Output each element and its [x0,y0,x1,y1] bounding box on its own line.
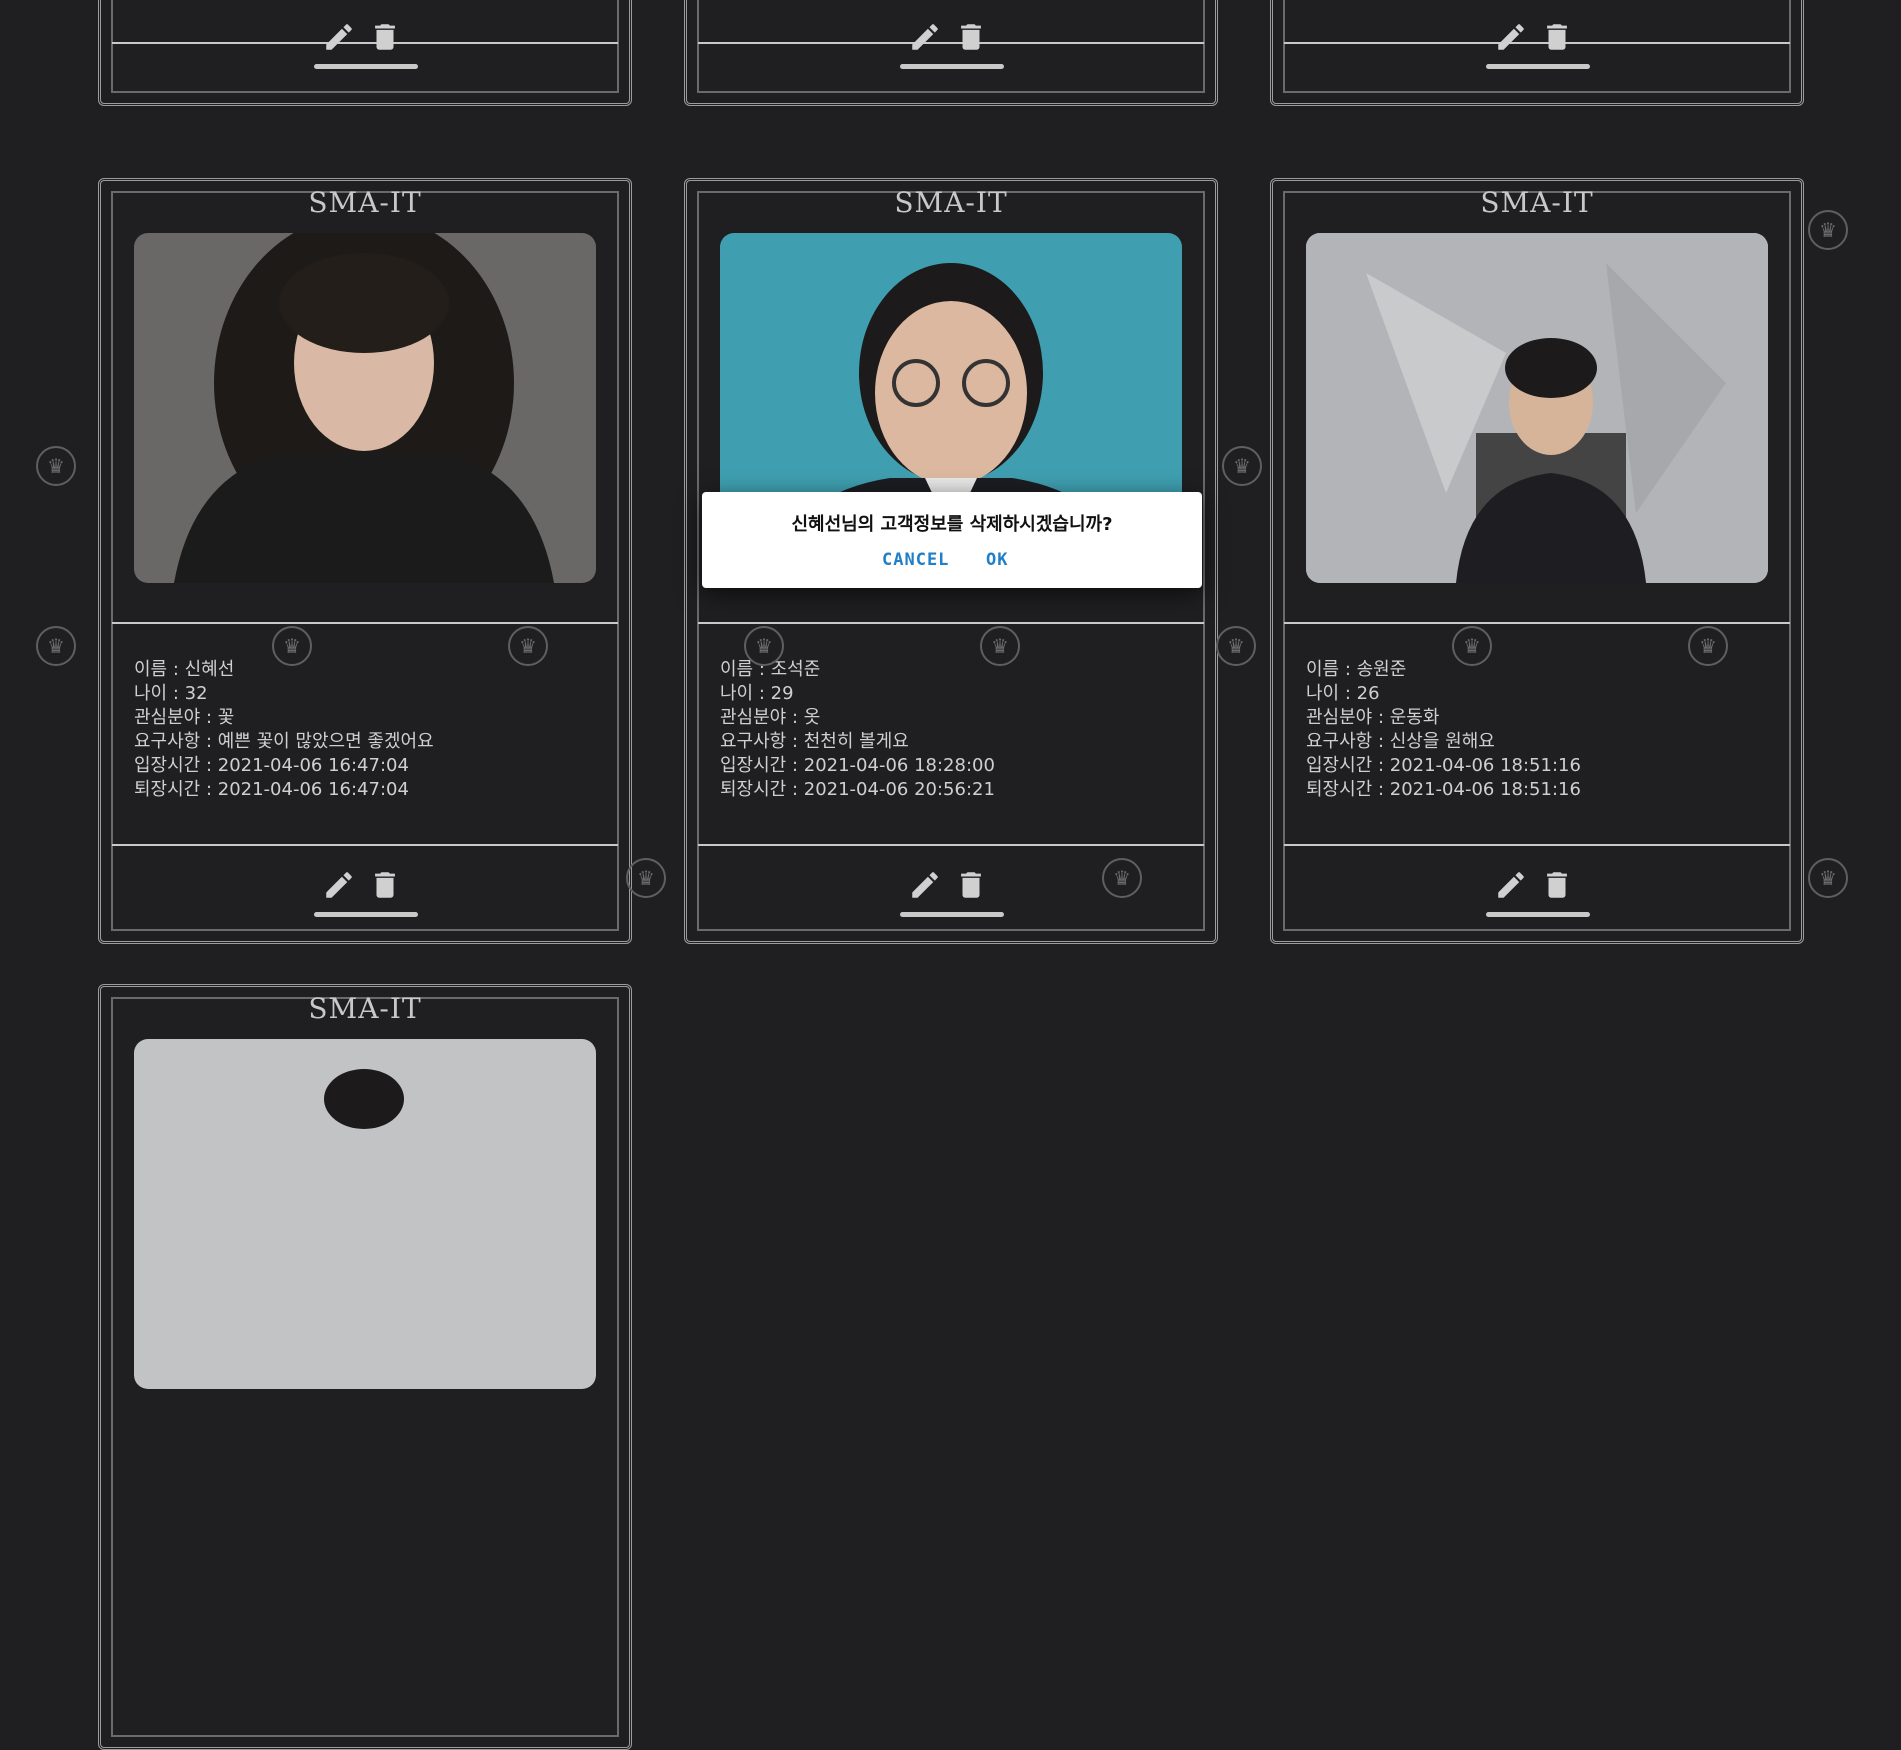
edit-button[interactable] [322,20,356,54]
customer-request: 요구사항 : 천천히 볼게요 [720,731,909,752]
pencil-icon [912,24,938,50]
customer-interest: 관심분야 : 꽃 [134,707,235,728]
delete-button[interactable] [1540,20,1574,54]
card-divider [698,622,1204,624]
crown-icon: ♛ [1688,626,1728,666]
customer-interest: 관심분야 : 옷 [720,707,821,728]
crown-icon: ♛ [744,626,784,666]
customer-card: SMA-IT 이름 : 송원준 나이 : 26 관심분야 : 운동화 요구사항 … [1270,178,1804,944]
actions-underline [314,64,418,69]
card-frame [98,0,632,106]
trash-icon [961,872,981,898]
delete-button[interactable] [954,868,988,902]
customer-age: 나이 : 26 [1306,683,1380,704]
customer-photo [134,233,596,583]
trash-icon [961,24,981,50]
card-divider [1284,844,1790,846]
brand-logo: SMA-IT [308,186,422,219]
card-frame [684,0,1218,106]
crown-icon: ♛ [1102,858,1142,898]
crown-icon: ♛ [36,446,76,486]
customer-photo [134,1039,596,1389]
ok-button[interactable]: OK [986,550,1008,570]
customer-interest: 관심분야 : 운동화 [1306,707,1440,728]
pencil-icon [912,872,938,898]
edit-button[interactable] [1494,868,1528,902]
crown-icon: ♛ [1808,858,1848,898]
crown-icon: ♛ [626,858,666,898]
crown-icon: ♛ [980,626,1020,666]
card-divider [112,42,618,44]
pencil-icon [1498,24,1524,50]
crown-icon: ♛ [1222,446,1262,486]
dialog-message: 신혜선님의 고객정보를 삭제하시겠습니까? [791,514,1113,535]
card-divider [112,844,618,846]
customer-info: 이름 : 신혜선 나이 : 32 관심분야 : 꽃 요구사항 : 예쁜 꽃이 많… [134,658,434,802]
customer-card [98,0,632,106]
delete-button[interactable] [368,20,402,54]
entry-time: 입장시간 : 2021-04-06 18:28:00 [720,755,995,776]
crown-icon: ♛ [272,626,312,666]
actions-underline [900,64,1004,69]
customer-info: 이름 : 조석준 나이 : 29 관심분야 : 옷 요구사항 : 천천히 볼게요… [720,658,995,802]
cancel-button[interactable]: CANCEL [882,550,949,570]
crown-icon: ♛ [1216,626,1256,666]
card-divider [1284,42,1790,44]
card-frame [1270,0,1804,106]
customer-info: 이름 : 송원준 나이 : 26 관심분야 : 운동화 요구사항 : 신상을 원… [1306,658,1581,802]
delete-button[interactable] [954,20,988,54]
customer-age: 나이 : 32 [134,683,208,704]
customer-age: 나이 : 29 [720,683,794,704]
card-divider [1284,622,1790,624]
edit-button[interactable] [908,20,942,54]
brand-logo: SMA-IT [308,992,422,1025]
customer-name: 이름 : 송원준 [1306,659,1407,680]
brand-logo: SMA-IT [894,186,1008,219]
actions-underline [900,912,1004,917]
edit-button[interactable] [908,868,942,902]
customer-card: SMA-IT [98,984,632,1750]
trash-icon [1547,872,1567,898]
card-divider [698,42,1204,44]
exit-time: 퇴장시간 : 2021-04-06 16:47:04 [134,779,409,800]
actions-underline [1486,64,1590,69]
crown-icon: ♛ [36,626,76,666]
trash-icon [1547,24,1567,50]
customer-request: 요구사항 : 신상을 원해요 [1306,731,1495,752]
crown-icon: ♛ [1808,210,1848,250]
crown-icon: ♛ [508,626,548,666]
entry-time: 입장시간 : 2021-04-06 16:47:04 [134,755,409,776]
edit-button[interactable] [1494,20,1528,54]
card-divider [698,844,1204,846]
actions-underline [314,912,418,917]
edit-button[interactable] [322,868,356,902]
customer-request: 요구사항 : 예쁜 꽃이 많았으면 좋겠어요 [134,731,434,752]
trash-icon [375,872,395,898]
trash-icon [375,24,395,50]
actions-underline [1486,912,1590,917]
customer-card [1270,0,1804,106]
card-divider [112,622,618,624]
brand-logo: SMA-IT [1480,186,1594,219]
confirm-delete-dialog: 신혜선님의 고객정보를 삭제하시겠습니까? CANCEL OK [702,492,1202,588]
exit-time: 퇴장시간 : 2021-04-06 18:51:16 [1306,779,1581,800]
exit-time: 퇴장시간 : 2021-04-06 20:56:21 [720,779,995,800]
pencil-icon [1498,872,1524,898]
pencil-icon [326,872,352,898]
delete-button[interactable] [368,868,402,902]
customer-photo [1306,233,1768,583]
crown-icon: ♛ [1452,626,1492,666]
customer-card: SMA-IT 이름 : 신혜선 나이 : 32 관심분야 : 꽃 요구사항 : … [98,178,632,944]
delete-button[interactable] [1540,868,1574,902]
customer-card [684,0,1218,106]
entry-time: 입장시간 : 2021-04-06 18:51:16 [1306,755,1581,776]
pencil-icon [326,24,352,50]
